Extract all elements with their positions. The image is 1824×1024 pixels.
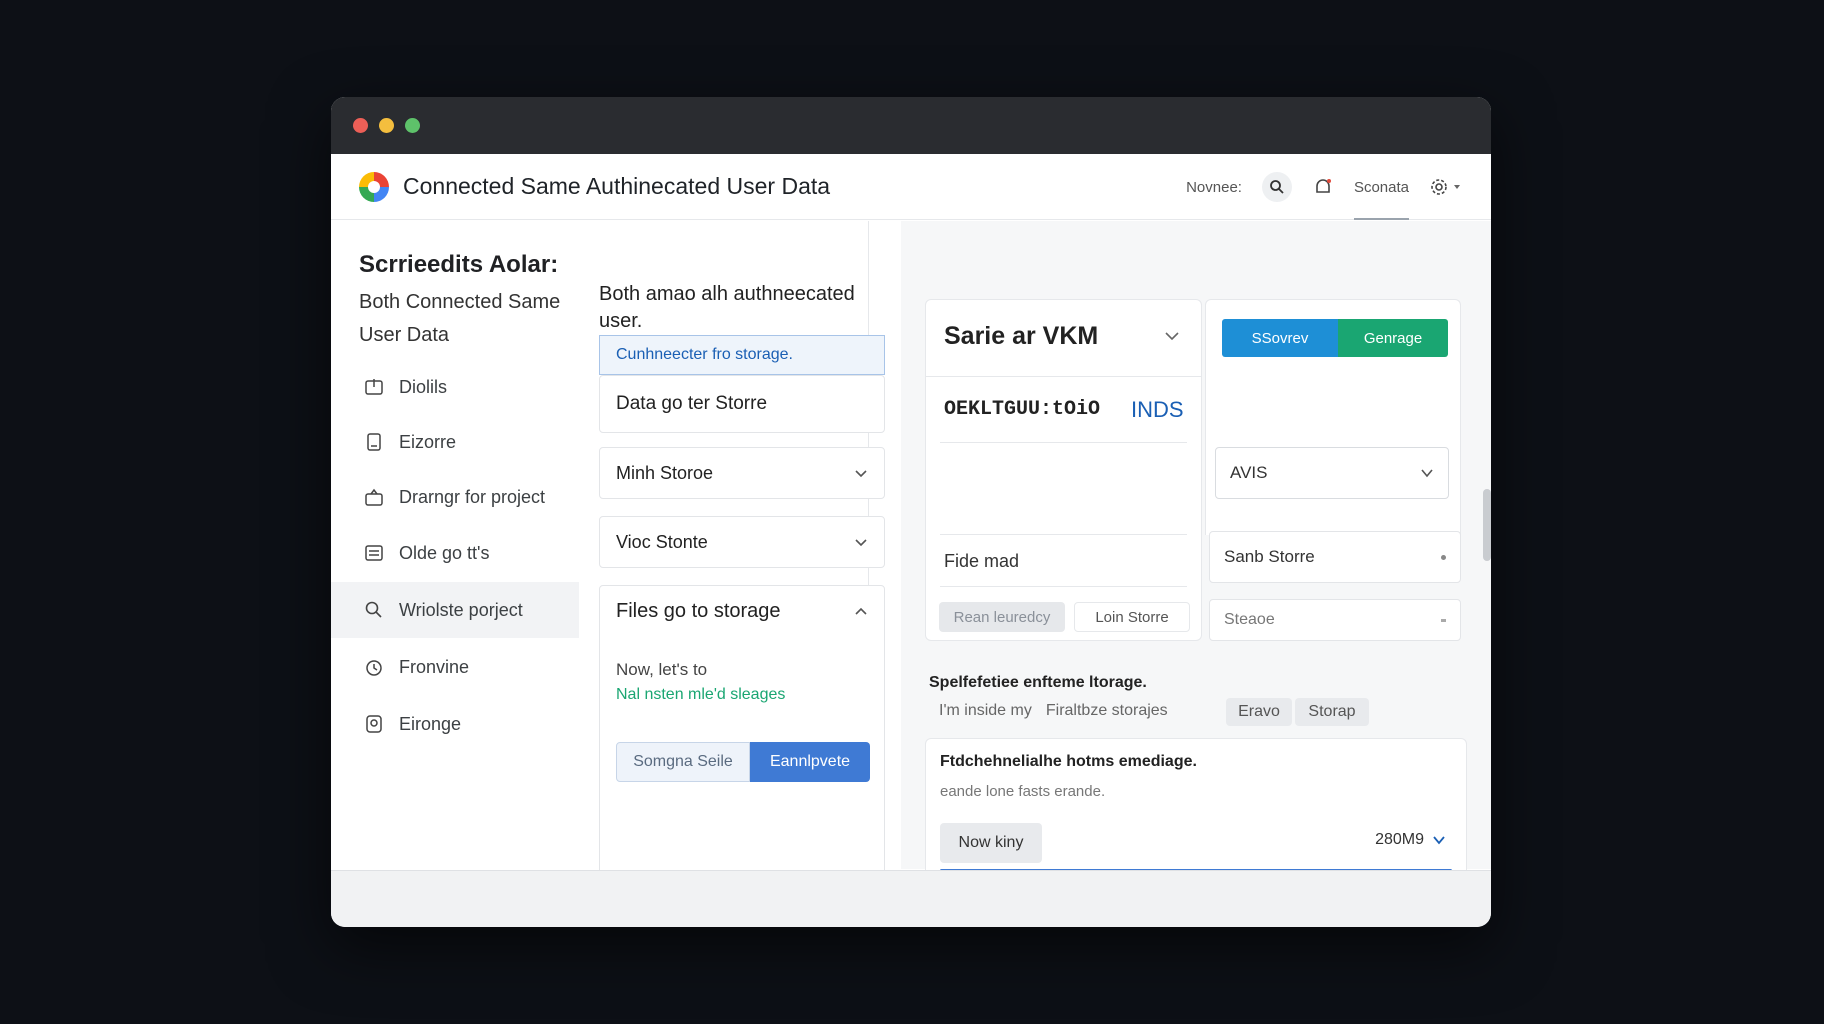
data-row: Data go ter Storre bbox=[616, 393, 768, 414]
storage-icon bbox=[363, 713, 385, 735]
select-value: AVIS bbox=[1230, 463, 1268, 482]
app-window: Connected Same Authinecated User Data No… bbox=[331, 97, 1491, 927]
sidebar-item-fronvine[interactable]: Fronvine bbox=[331, 639, 579, 695]
search-icon[interactable] bbox=[1261, 172, 1292, 202]
vkm-panel: Sarie ar VKM OEKLTGUU:tOiO INDS Fide mad… bbox=[925, 299, 1202, 641]
storage-column: Both amao alh authneecated user. Cunhnee… bbox=[599, 221, 885, 875]
maximize-window-button[interactable] bbox=[405, 118, 420, 133]
storage-card: Ftdchehnelialhe hotms emediage. eande lo… bbox=[925, 738, 1467, 878]
scrollbar-thumb[interactable] bbox=[1483, 489, 1491, 561]
sidebar-item-drarngr[interactable]: Drarngr for project bbox=[331, 469, 579, 525]
search-icon bbox=[363, 599, 385, 621]
blue-button[interactable]: SSovrev bbox=[1222, 319, 1338, 357]
actions-panel: SSovrev Genrage AVIS Sanb Storre Steaoe bbox=[1205, 299, 1465, 641]
bell-icon[interactable] bbox=[1312, 176, 1334, 198]
section-title: Files go to storage bbox=[616, 599, 781, 622]
sidebar-heading: Scrrieedits Aolar: bbox=[359, 251, 559, 278]
dash-icon bbox=[1441, 618, 1446, 622]
data-row-card[interactable]: Data go ter Storre bbox=[599, 375, 885, 433]
row-steaoe[interactable]: Steaoe bbox=[1209, 599, 1461, 641]
panel-row: Fide mad bbox=[944, 551, 1020, 571]
sidebar: Scrrieedits Aolar: Both Connected Same U… bbox=[331, 221, 581, 869]
sidebar-item-label: Eironge bbox=[399, 713, 462, 734]
sidebar-item-diolils[interactable]: Diolils bbox=[331, 359, 579, 415]
chevron-down-icon bbox=[1433, 836, 1445, 845]
bottom-bar bbox=[331, 870, 1491, 927]
card-subtitle: eande lone fasts erande. bbox=[940, 783, 1106, 800]
section-link[interactable]: Nal nsten mle'd sleages bbox=[616, 686, 785, 704]
sidebar-item-olde[interactable]: Olde go tt's bbox=[331, 525, 579, 581]
dot-icon bbox=[1441, 554, 1446, 560]
sidebar-item-wriolste[interactable]: Wriolste porject bbox=[331, 582, 579, 638]
files-section: Files go to storage Now, let's to Nal ns… bbox=[599, 585, 885, 875]
info-banner: Cunhneecter fro storage. bbox=[599, 335, 885, 375]
chevron-down-icon bbox=[855, 470, 867, 478]
dropdown-vioc[interactable]: Vioc Stonte bbox=[599, 516, 885, 568]
chip-storap[interactable]: Storap bbox=[1295, 698, 1369, 726]
chevron-down-icon[interactable] bbox=[1164, 330, 1180, 342]
row-label: Sanb Storre bbox=[1224, 547, 1315, 566]
header-link[interactable]: Sconata bbox=[1353, 154, 1410, 220]
green-button[interactable]: Genrage bbox=[1338, 319, 1448, 357]
section-text: Now, let's to bbox=[616, 660, 708, 679]
gear-icon[interactable] bbox=[1429, 177, 1461, 197]
row-sanb[interactable]: Sanb Storre bbox=[1209, 531, 1461, 583]
sidebar-item-label: Olde go tt's bbox=[399, 542, 490, 563]
disabled-button[interactable]: Rean leuredcy bbox=[939, 602, 1065, 632]
sidebar-item-label: Eizorre bbox=[399, 431, 457, 452]
chevron-down-icon bbox=[1421, 469, 1433, 478]
file-icon bbox=[363, 431, 385, 453]
sidebar-item-label: Wriolste porject bbox=[399, 599, 523, 620]
titlebar bbox=[331, 97, 1491, 154]
close-window-button[interactable] bbox=[353, 118, 368, 133]
chip-eravo[interactable]: Eravo bbox=[1226, 698, 1292, 726]
dropdown-label: Vioc Stonte bbox=[616, 531, 708, 552]
section-text-suffix: Firaltbze storajes bbox=[1045, 702, 1168, 719]
chevron-up-icon bbox=[855, 607, 867, 615]
list-icon bbox=[363, 542, 385, 564]
page-title: Connected Same Authinecated User Data bbox=[403, 173, 831, 199]
column-title: Both amao alh authneecated user. bbox=[599, 283, 855, 332]
folder-icon bbox=[363, 376, 385, 398]
text-button[interactable]: Loin Storre bbox=[1074, 602, 1190, 632]
secondary-button[interactable]: Somgna Seile bbox=[616, 742, 750, 782]
chevron-down-icon bbox=[855, 539, 867, 547]
code-tag: INDS bbox=[1131, 397, 1184, 422]
clock-icon bbox=[363, 656, 385, 678]
app-logo bbox=[359, 171, 389, 202]
sidebar-subheading: Both Connected Same User Data bbox=[359, 291, 561, 346]
minimize-window-button[interactable] bbox=[379, 118, 394, 133]
user-label: Novnee: bbox=[1186, 178, 1242, 196]
panel-title: Sarie ar VKM bbox=[944, 322, 1099, 350]
dropdown-minh[interactable]: Minh Storoe bbox=[599, 447, 885, 499]
dropdown-label: Minh Storoe bbox=[616, 462, 714, 483]
upload-icon bbox=[363, 486, 385, 508]
sidebar-item-label: Diolils bbox=[399, 376, 448, 397]
sidebar-item-label: Drarngr for project bbox=[399, 486, 546, 507]
section-text-prefix: I'm inside my bbox=[939, 702, 1032, 719]
select-avis[interactable]: AVIS bbox=[1215, 447, 1449, 499]
size-value: 280M9 bbox=[1375, 831, 1424, 848]
section-heading: Spelfefetiee enfteme ltorage. bbox=[929, 674, 1147, 691]
sidebar-item-eironge[interactable]: Eironge bbox=[331, 696, 579, 752]
files-section-header[interactable]: Files go to storage bbox=[600, 586, 884, 636]
size-dropdown[interactable]: 280M9 bbox=[1375, 831, 1446, 849]
code-value: OEKLTGUU:tOiO bbox=[944, 398, 1101, 421]
primary-button[interactable]: Eannlpvete bbox=[750, 742, 870, 782]
app-header: Connected Same Authinecated User Data No… bbox=[331, 154, 1491, 220]
now-button[interactable]: Now kiny bbox=[940, 823, 1042, 863]
sidebar-item-eizorre[interactable]: Eizorre bbox=[331, 414, 579, 470]
row-label: Steaoe bbox=[1224, 611, 1275, 628]
caret-down-icon bbox=[1454, 185, 1460, 189]
card-title: Ftdchehnelialhe hotms emediage. bbox=[940, 753, 1197, 770]
sidebar-item-label: Fronvine bbox=[399, 656, 470, 677]
